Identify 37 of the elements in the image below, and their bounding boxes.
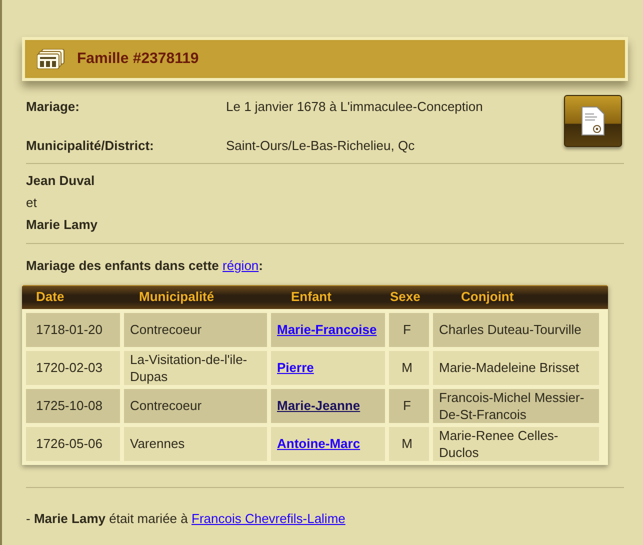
- document-icon: [581, 106, 605, 136]
- table-cell: Contrecoeur: [124, 312, 267, 346]
- wife-name: Marie Lamy: [26, 216, 99, 234]
- column-header: Municipalité: [138, 288, 216, 306]
- document-stack-icon: [37, 49, 65, 69]
- table-cell: F: [389, 312, 429, 346]
- table-cell: Francois-Michel Messier-De-St-Francois: [433, 388, 599, 422]
- field-value: Saint-Ours/Le-Bas-Richelieu, Qc: [226, 136, 415, 154]
- field-label: Mariage:: [26, 98, 80, 116]
- table-cell: La-Visitation-de-l'ile-Dupas: [124, 350, 267, 384]
- region-link[interactable]: région: [222, 258, 259, 273]
- table-cell: 1725-10-08: [26, 388, 120, 422]
- conjunction-text: et: [26, 194, 38, 212]
- table-cell: F: [389, 388, 429, 422]
- field-label: Municipalité/District:: [26, 136, 155, 155]
- table-cell: M: [389, 350, 429, 384]
- table-cell: Marie-Madeleine Brisset: [433, 350, 599, 384]
- child-link[interactable]: Pierre: [277, 359, 314, 376]
- spouse-link[interactable]: Francois Chevrefils-Lalime: [192, 510, 346, 526]
- table-cell: Varennes: [124, 426, 267, 460]
- marriage-note: - Marie Lamy était mariée à Francois Chevrefils-Lalime: [26, 510, 346, 528]
- family-title: Famille #2378119: [77, 48, 199, 69]
- table-cell: M: [389, 426, 429, 460]
- table-cell: Marie-Renee Celles-Duclos: [433, 426, 599, 460]
- husband-name: Jean Duval: [26, 172, 96, 190]
- field-value: Le 1 janvier 1678 à L'immaculee-Conception: [226, 98, 483, 116]
- table-cell: Charles Duteau-Tourville: [433, 312, 599, 346]
- column-header: Conjoint: [461, 288, 515, 306]
- column-header: Date: [35, 288, 66, 306]
- table-cell: 1720-02-03: [26, 350, 120, 384]
- table-cell: Contrecoeur: [124, 388, 267, 422]
- children-heading: Mariage des enfants dans cette région:: [26, 257, 264, 275]
- certificate-button[interactable]: [564, 95, 622, 147]
- table-cell: 1726-05-06: [26, 426, 120, 460]
- column-header: Enfant: [290, 288, 332, 306]
- column-header: Sexe: [390, 288, 422, 306]
- table-cell: 1718-01-20: [26, 312, 120, 346]
